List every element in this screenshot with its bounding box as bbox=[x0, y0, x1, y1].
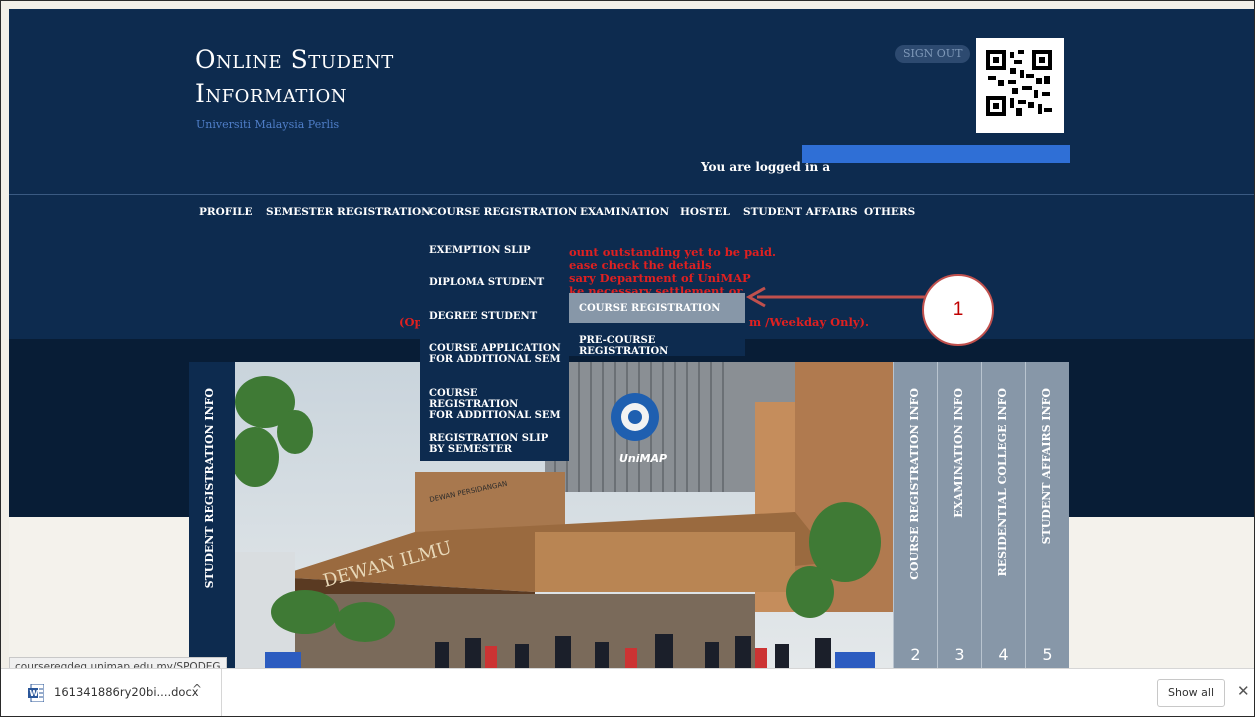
menu-item-line: BY SEMESTER bbox=[429, 444, 513, 455]
nav-hostel[interactable]: HOSTEL bbox=[680, 206, 730, 218]
submenu-pre-course-registration[interactable]: PRE-COURSE REGISTRATION bbox=[579, 335, 745, 357]
browser-window: Online Student Information Universiti Ma… bbox=[0, 0, 1255, 717]
download-file-name: 161341886ry20bi....docx bbox=[54, 685, 199, 699]
nav-course-registration[interactable]: COURSE REGISTRATION bbox=[429, 206, 577, 218]
word-document-icon: W bbox=[28, 684, 44, 702]
close-icon[interactable]: ✕ bbox=[1237, 682, 1250, 700]
warning-line-2: ease check the details bbox=[569, 258, 712, 272]
tab-residential-college-info[interactable]: RESIDENTIAL COLLEGE INFO 4 bbox=[981, 362, 1025, 668]
nav-others[interactable]: OTHERS bbox=[864, 206, 915, 218]
callout-arrow-icon bbox=[745, 286, 929, 308]
qr-code-icon bbox=[986, 50, 1052, 116]
qr-code bbox=[976, 38, 1064, 133]
menu-item-line: COURSE REGISTRATION bbox=[429, 388, 519, 410]
status-bar-url: courseregdeg.unimap.edu.my/SPODEG bbox=[9, 657, 227, 668]
site-subtitle: Universiti Malaysia Perlis bbox=[196, 118, 340, 131]
nav-examination[interactable]: EXAMINATION bbox=[580, 206, 669, 218]
menu-item-line: COURSE APPLICATION bbox=[429, 343, 561, 354]
menu-item-line: FOR ADDITIONAL SEM bbox=[429, 354, 561, 365]
submenu-course-registration[interactable]: COURSE REGISTRATION bbox=[579, 303, 720, 314]
menu-item-exemption-slip[interactable]: EXEMPTION SLIP bbox=[429, 245, 531, 256]
download-item[interactable]: W 161341886ry20bi....docx ^ bbox=[1, 669, 222, 716]
warning-line-1: ount outstanding yet to be paid. bbox=[569, 245, 777, 259]
nav-profile[interactable]: PROFILE bbox=[199, 206, 253, 218]
svg-text:W: W bbox=[30, 689, 39, 698]
tab-label: STUDENT AFFAIRS INFO bbox=[1040, 388, 1053, 545]
tab-label: STUDENT REGISTRATION INFO bbox=[203, 388, 216, 589]
menu-item-diploma-student[interactable]: DIPLOMA STUDENT bbox=[429, 277, 544, 288]
sign-out-button[interactable]: SIGN OUT bbox=[895, 45, 971, 63]
tab-examination-info[interactable]: EXAMINATION INFO 3 bbox=[937, 362, 981, 668]
site-title-line2: Information bbox=[195, 79, 347, 108]
tab-course-registration-info[interactable]: COURSE REGISTRATION INFO 2 bbox=[893, 362, 937, 668]
menu-item-registration-slip-by-semester[interactable]: REGISTRATION SLIP BY SEMESTER bbox=[429, 433, 548, 455]
tab-label: COURSE REGISTRATION INFO bbox=[908, 388, 921, 580]
web-page: Online Student Information Universiti Ma… bbox=[9, 9, 1254, 668]
tab-student-registration-info[interactable]: STUDENT REGISTRATION INFO bbox=[189, 362, 235, 668]
menu-item-course-application-additional-sem[interactable]: COURSE APPLICATION FOR ADDITIONAL SEM bbox=[429, 343, 561, 365]
tab-number: 3 bbox=[954, 645, 965, 664]
menu-item-course-registration-additional-sem[interactable]: COURSE REGISTRATION FOR ADDITIONAL SEM bbox=[429, 388, 569, 421]
degree-student-submenu: COURSE REGISTRATION PRE-COURSE REGISTRAT… bbox=[569, 293, 745, 357]
menu-item-degree-student[interactable]: DEGREE STUDENT bbox=[429, 311, 537, 322]
tab-label: EXAMINATION INFO bbox=[952, 388, 965, 518]
redacted-username bbox=[802, 145, 1070, 163]
warning-line-5-left: (Op bbox=[399, 315, 423, 329]
chevron-up-icon[interactable]: ^ bbox=[192, 682, 202, 696]
tab-number: 4 bbox=[998, 645, 1009, 664]
tab-label: RESIDENTIAL COLLEGE INFO bbox=[996, 388, 1009, 577]
warning-line-5-right: m /Weekday Only). bbox=[749, 315, 870, 329]
tab-number: 2 bbox=[910, 645, 921, 664]
download-bar: W 161341886ry20bi....docx ^ Show all ✕ bbox=[1, 668, 1254, 716]
nav-student-affairs[interactable]: STUDENT AFFAIRS bbox=[743, 206, 858, 218]
menu-item-line: REGISTRATION SLIP bbox=[429, 433, 549, 444]
nav-semester-registration[interactable]: SEMESTER REGISTRATION bbox=[266, 206, 431, 218]
site-title-line1: Online Student bbox=[195, 45, 394, 74]
main-nav: PROFILE SEMESTER REGISTRATION COURSE REG… bbox=[9, 194, 1254, 232]
show-all-button[interactable]: Show all bbox=[1157, 679, 1225, 707]
tab-student-affairs-info[interactable]: STUDENT AFFAIRS INFO 5 bbox=[1025, 362, 1069, 668]
warning-line-3: sary Department of UniMAP bbox=[569, 271, 751, 285]
course-registration-dropdown: EXEMPTION SLIP DIPLOMA STUDENT DEGREE ST… bbox=[420, 231, 569, 461]
site-header: Online Student Information Universiti Ma… bbox=[9, 9, 1254, 194]
menu-item-line: FOR ADDITIONAL SEM bbox=[429, 410, 561, 421]
tab-number: 5 bbox=[1042, 645, 1053, 664]
callout-badge: 1 bbox=[922, 274, 994, 346]
site-title: Online Student Information bbox=[195, 43, 394, 111]
unimap-sign: UniMAP bbox=[619, 452, 667, 465]
